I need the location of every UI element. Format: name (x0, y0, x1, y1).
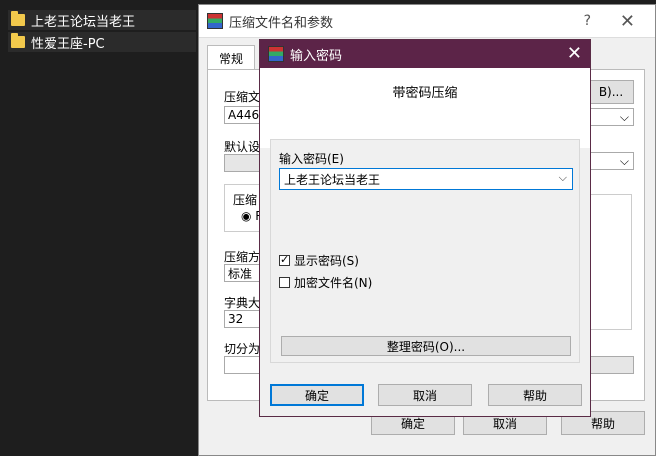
enter-password-label: 输入密码(E) (279, 152, 344, 166)
folder-icon (11, 11, 25, 26)
checkbox-checked-icon[interactable] (279, 253, 290, 266)
update-mode-select[interactable]: ⌵ (588, 108, 634, 126)
help-icon[interactable]: ? (584, 13, 591, 29)
cancel-button[interactable]: 取消 (378, 384, 472, 406)
method-label: 压缩方 (224, 250, 261, 264)
chevron-down-icon: ⌵ (619, 153, 629, 168)
set-password-button[interactable] (588, 356, 634, 374)
option-select[interactable]: ⌵ (588, 152, 634, 170)
password-header: 带密码压缩 (260, 68, 590, 148)
default-settings-label: 默认设 (224, 140, 261, 154)
chevron-down-icon: ⌵ (619, 109, 629, 124)
password-titlebar: 输入密码 (260, 40, 590, 68)
file-item-label: 性爱王座-PC (31, 36, 105, 52)
split-label: 切分为 (224, 342, 261, 356)
file-item[interactable]: 性爱王座-PC (8, 32, 196, 52)
winrar-icon (268, 46, 284, 62)
password-dialog: 输入密码 ✕ 带密码压缩 输入密码(E) 上老王论坛当老王 ⌵ 显示密码(S) … (259, 39, 591, 417)
split-input[interactable] (224, 356, 264, 374)
method-select[interactable]: 标准 (224, 264, 264, 282)
winrar-icon (207, 13, 223, 29)
encrypt-names-checkbox[interactable]: 加密文件名(N) (279, 274, 372, 291)
show-password-label: 显示密码(S) (294, 254, 359, 268)
dict-size-select[interactable]: 32 (224, 310, 264, 328)
help-button[interactable]: 帮助 (488, 384, 582, 406)
dict-size-label: 字典大 (224, 296, 261, 310)
checkbox-unchecked-icon[interactable] (279, 277, 290, 288)
file-item-label: 上老王论坛当老王 (31, 14, 136, 30)
password-dialog-title: 输入密码 (290, 48, 343, 64)
archive-name-label: 压缩文 (224, 90, 261, 104)
dialog-title: 压缩文件名和参数 (229, 15, 334, 31)
password-value: 上老王论坛当老王 (284, 172, 381, 187)
close-icon[interactable]: ✕ (567, 43, 582, 64)
format-label: 压缩 (233, 193, 258, 207)
show-password-checkbox[interactable]: 显示密码(S) (279, 252, 359, 269)
organize-passwords-button[interactable]: 整理密码(O)... (281, 336, 571, 356)
password-input[interactable]: 上老王论坛当老王 ⌵ (279, 168, 573, 190)
chevron-down-icon[interactable]: ⌵ (559, 171, 567, 185)
password-group: 输入密码(E) 上老王论坛当老王 ⌵ 显示密码(S) 加密文件名(N) 整理密码… (270, 139, 580, 363)
browse-button[interactable]: B)... (588, 80, 634, 104)
folder-icon (11, 33, 25, 48)
close-icon[interactable]: ✕ (620, 11, 635, 32)
encrypt-names-label: 加密文件名(N) (294, 276, 373, 290)
tab-general[interactable]: 常规 (207, 45, 255, 70)
ok-button[interactable]: 确定 (270, 384, 364, 406)
options-group (588, 194, 632, 330)
file-item[interactable]: 上老王论坛当老王 (8, 10, 196, 30)
